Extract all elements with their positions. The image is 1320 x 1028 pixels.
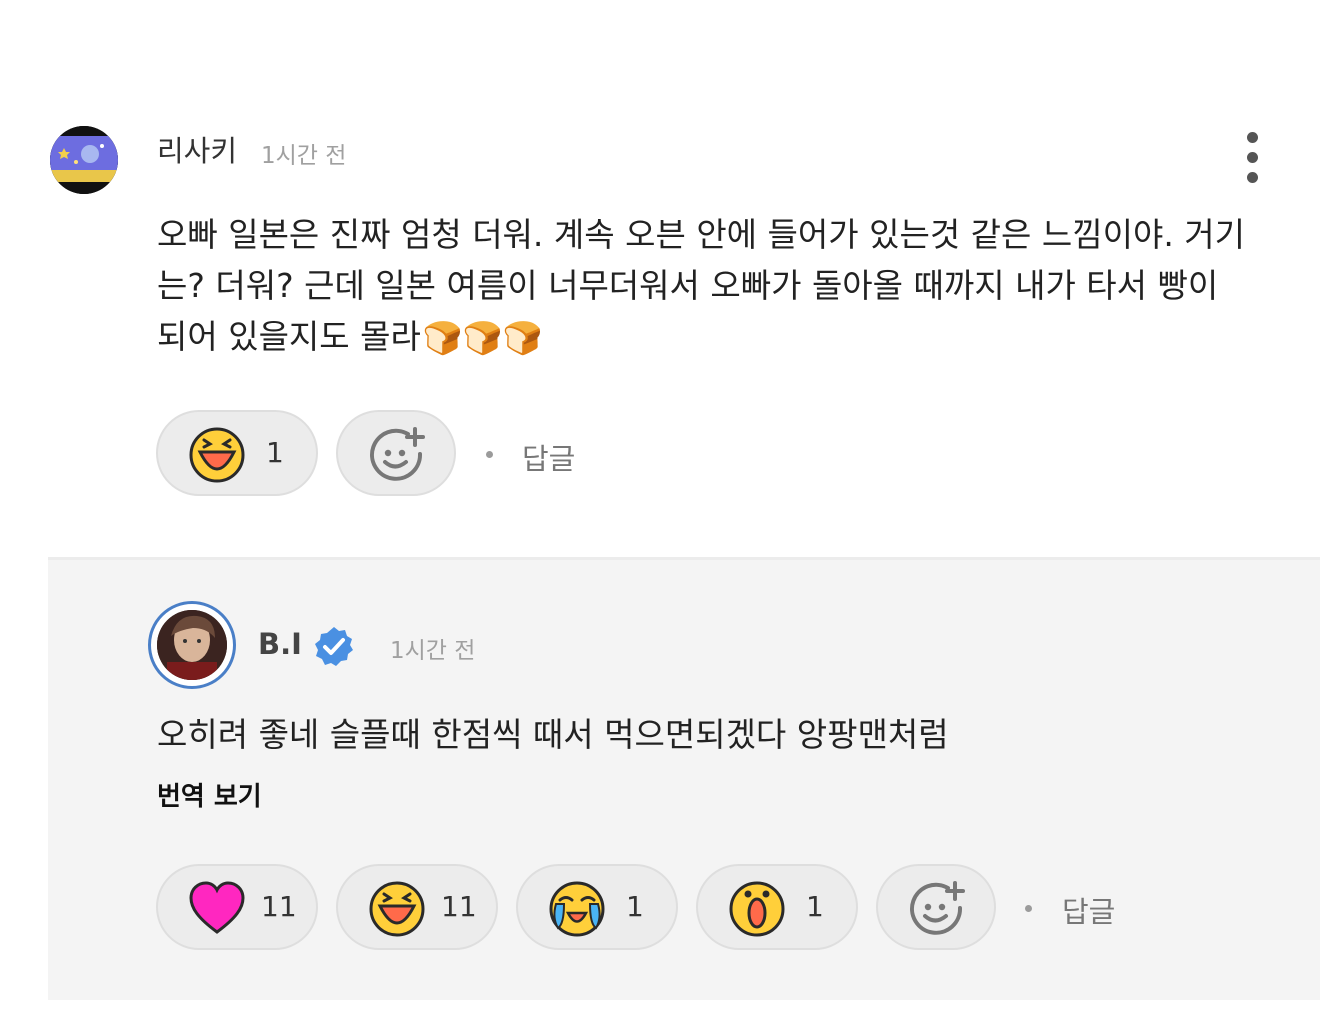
- reaction-count: 1: [806, 890, 824, 923]
- reply-link[interactable]: 답글: [522, 436, 575, 478]
- commenter-name[interactable]: 리사키: [157, 128, 237, 170]
- comment-text-line: 오빠 일본은 진짜 엄청 더워. 계속 오븐 안에 들어가 있는것 같은 느낌이…: [157, 215, 1246, 254]
- separator-dot: [1025, 905, 1032, 912]
- heart-icon: [189, 881, 245, 934]
- laugh-emoji-icon: [369, 881, 425, 937]
- reaction-laugh-button[interactable]: 1: [156, 410, 318, 496]
- bread-emoji: 🍞🍞🍞: [422, 319, 543, 357]
- comment-text-line: 는? 더워? 근데 일본 여름이 너무더워서 오빠가 돌아올 때까지 내가 타서…: [157, 266, 1219, 305]
- translate-link[interactable]: 번역 보기: [157, 776, 262, 813]
- comment-text: 오빠 일본은 진짜 엄청 더워. 계속 오븐 안에 들어가 있는것 같은 느낌이…: [157, 209, 1245, 364]
- reaction-laugh-button[interactable]: 11: [336, 864, 498, 950]
- reaction-count: 1: [266, 436, 284, 469]
- reply-link[interactable]: 답글: [1062, 889, 1115, 931]
- reaction-count: 11: [441, 890, 477, 923]
- reply-text: 오히려 좋네 슬플때 한점씩 때서 먹으면되겠다 앙팡맨처럼: [157, 709, 949, 760]
- separator-dot: [486, 451, 493, 458]
- commenter-avatar[interactable]: [50, 126, 118, 194]
- laugh-emoji-icon: [189, 427, 245, 483]
- reply-author-name[interactable]: B.I: [258, 627, 302, 661]
- comment-time: 1시간 전: [261, 143, 347, 169]
- reaction-cry-button[interactable]: 1: [516, 864, 678, 950]
- surprised-emoji-icon: [729, 881, 785, 937]
- reaction-count: 1: [626, 890, 644, 923]
- reply-author-avatar[interactable]: [148, 601, 236, 689]
- crying-emoji-icon: [549, 881, 605, 937]
- reaction-surprise-button[interactable]: 1: [696, 864, 858, 950]
- reaction-count: 11: [261, 890, 297, 923]
- add-reaction-button[interactable]: [876, 864, 996, 950]
- reaction-heart-button[interactable]: 11: [156, 864, 318, 950]
- bottom-spacer: [0, 1000, 1320, 1028]
- comment-text-line: 되어 있을지도 몰라: [157, 317, 421, 356]
- add-emoji-icon: [910, 881, 965, 935]
- reply-text-line: 오히려 좋네 슬플때 한점씩 때서 먹으면되겠다 앙팡맨처럼: [157, 715, 949, 754]
- add-emoji-icon: [370, 427, 425, 481]
- add-reaction-button[interactable]: [336, 410, 456, 496]
- comment: 리사키 1시간 전 오빠 일본은 진짜 엄청 더워. 계속 오븐 안에 들어가 …: [0, 0, 1320, 560]
- reply-time: 1시간 전: [390, 638, 476, 664]
- more-options-icon[interactable]: [1240, 130, 1266, 186]
- verified-badge-icon: [315, 627, 353, 666]
